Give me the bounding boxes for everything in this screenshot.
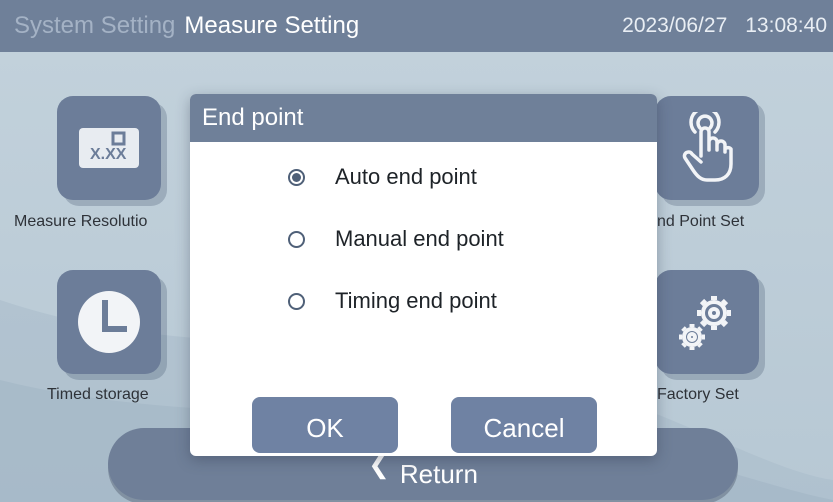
option-auto-end-point[interactable]: Auto end point	[288, 164, 477, 190]
cancel-button[interactable]: Cancel	[451, 397, 597, 453]
measure-resolution-button[interactable]: X.XX	[57, 96, 161, 200]
ok-button[interactable]: OK	[252, 397, 398, 453]
date-text: 2023/06/27	[622, 14, 728, 37]
radio-manual-end-point[interactable]	[288, 230, 305, 248]
tab-measure-setting[interactable]: Measure Setting	[175, 12, 359, 40]
end-point-set-label: nd Point Set	[657, 213, 745, 230]
factory-set-label: Factory Set	[657, 386, 739, 403]
end-point-dialog: End point Auto end point Manual end poin…	[190, 94, 657, 456]
measure-resolution-label: Measure Resolutio	[14, 213, 148, 230]
radio-timing-end-point[interactable]	[288, 292, 305, 310]
header-bar: System Setting Measure Setting 2023/06/2…	[0, 0, 833, 52]
time-text: 13:08:40	[745, 14, 827, 37]
timed-storage-label: Timed storage	[47, 386, 149, 403]
option-label: Manual end point	[335, 226, 504, 251]
dialog-title: End point	[190, 94, 657, 142]
factory-set-button[interactable]	[655, 270, 759, 374]
timed-storage-button[interactable]	[57, 270, 161, 374]
radio-auto-end-point[interactable]	[288, 168, 305, 186]
datetime: 2023/06/27 13:08:40	[622, 0, 827, 52]
gears-icon	[679, 296, 731, 350]
resolution-icon-text: X.XX	[90, 146, 127, 163]
touch-hand-icon	[682, 112, 733, 182]
option-label: Auto end point	[335, 164, 477, 189]
option-timing-end-point[interactable]: Timing end point	[288, 288, 497, 314]
end-point-set-button[interactable]	[655, 96, 759, 200]
option-label: Timing end point	[335, 288, 497, 313]
tab-system-setting[interactable]: System Setting	[0, 12, 175, 40]
clock-icon	[78, 291, 140, 353]
option-manual-end-point[interactable]: Manual end point	[288, 226, 504, 252]
